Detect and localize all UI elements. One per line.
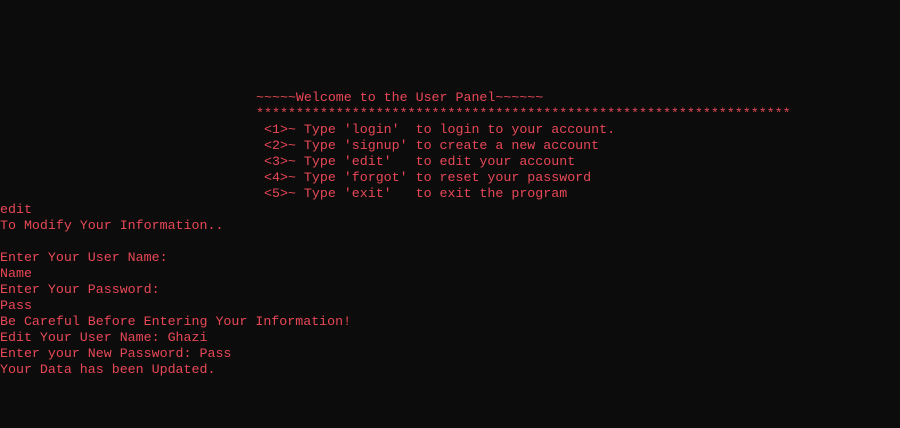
password-prompt: Enter Your Password: xyxy=(0,282,160,297)
menu-item-forgot: <4>~ Type 'forgot' to reset your passwor… xyxy=(256,170,592,185)
banner-title: ~~~~~Welcome to the User Panel~~~~~~ xyxy=(256,90,544,105)
username-input: Name xyxy=(0,266,32,281)
console-window[interactable]: ~~~~~Welcome to the User Panel~~~~~~ ***… xyxy=(0,0,900,428)
menu-item-login: <1>~ Type 'login' to login to your accou… xyxy=(256,122,616,137)
password-input: Pass xyxy=(0,298,32,313)
menu-item-exit: <5>~ Type 'exit' to exit the program xyxy=(256,186,568,201)
menu-item-signup: <2>~ Type 'signup' to create a new accou… xyxy=(256,138,600,153)
update-result-text: Your Data has been Updated. xyxy=(0,362,216,377)
edit-intro-text: To Modify Your Information.. xyxy=(0,218,224,233)
command-input: edit xyxy=(0,202,32,217)
banner-separator: ****************************************… xyxy=(256,106,791,121)
edit-username-line: Edit Your User Name: Ghazi xyxy=(0,330,208,345)
menu-item-edit: <3>~ Type 'edit' to edit your account xyxy=(256,154,576,169)
text-cursor xyxy=(0,373,8,375)
warning-text: Be Careful Before Entering Your Informat… xyxy=(0,314,352,329)
new-password-line: Enter your New Password: Pass xyxy=(0,346,232,361)
username-prompt: Enter Your User Name: xyxy=(0,250,168,265)
